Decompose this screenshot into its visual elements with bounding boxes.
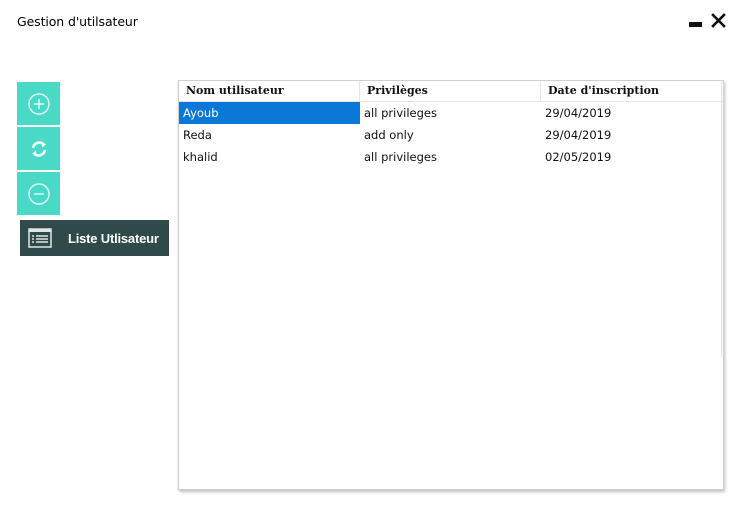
cell-date: 29/04/2019 <box>545 106 612 120</box>
plus-circle-icon <box>27 92 50 115</box>
cell-privileges: all privileges <box>364 106 437 120</box>
window-controls <box>687 12 726 28</box>
window-title: Gestion d'utilsateur <box>17 14 138 29</box>
table-scroll-edge <box>721 81 722 357</box>
remove-user-button[interactable] <box>17 172 60 215</box>
table-row[interactable]: Ayoub all privileges 29/04/2019 <box>179 102 723 124</box>
close-icon <box>710 12 726 28</box>
list-icon <box>28 228 52 248</box>
minimize-icon <box>688 14 702 27</box>
refresh-button[interactable] <box>17 127 60 170</box>
user-list-button-label: Liste Utlisateur <box>68 230 159 246</box>
refresh-icon <box>31 140 46 157</box>
user-list-button[interactable]: Liste Utlisateur <box>20 220 169 256</box>
cell-date: 29/04/2019 <box>545 128 612 142</box>
cell-privileges: all privileges <box>364 150 437 164</box>
minimize-button[interactable] <box>687 12 703 28</box>
add-user-button[interactable] <box>17 82 60 125</box>
table-row[interactable]: khalid all privileges 02/05/2019 <box>179 146 723 168</box>
column-header-date[interactable]: Date d'inscription <box>541 81 722 101</box>
column-header-username[interactable]: Nom utilisateur <box>179 81 360 101</box>
minus-circle-icon <box>27 182 50 205</box>
table-header: Nom utilisateur Privilèges Date d'inscri… <box>179 81 723 102</box>
column-header-privileges[interactable]: Privilèges <box>360 81 541 101</box>
cell-date: 02/05/2019 <box>545 150 612 164</box>
cell-username: khalid <box>183 150 218 164</box>
cell-username: Reda <box>183 128 212 142</box>
close-button[interactable] <box>710 12 726 28</box>
table-row[interactable]: Reda add only 29/04/2019 <box>179 124 723 146</box>
cell-username: Ayoub <box>179 102 360 124</box>
cell-privileges: add only <box>364 128 414 142</box>
users-table[interactable]: Nom utilisateur Privilèges Date d'inscri… <box>178 80 724 490</box>
